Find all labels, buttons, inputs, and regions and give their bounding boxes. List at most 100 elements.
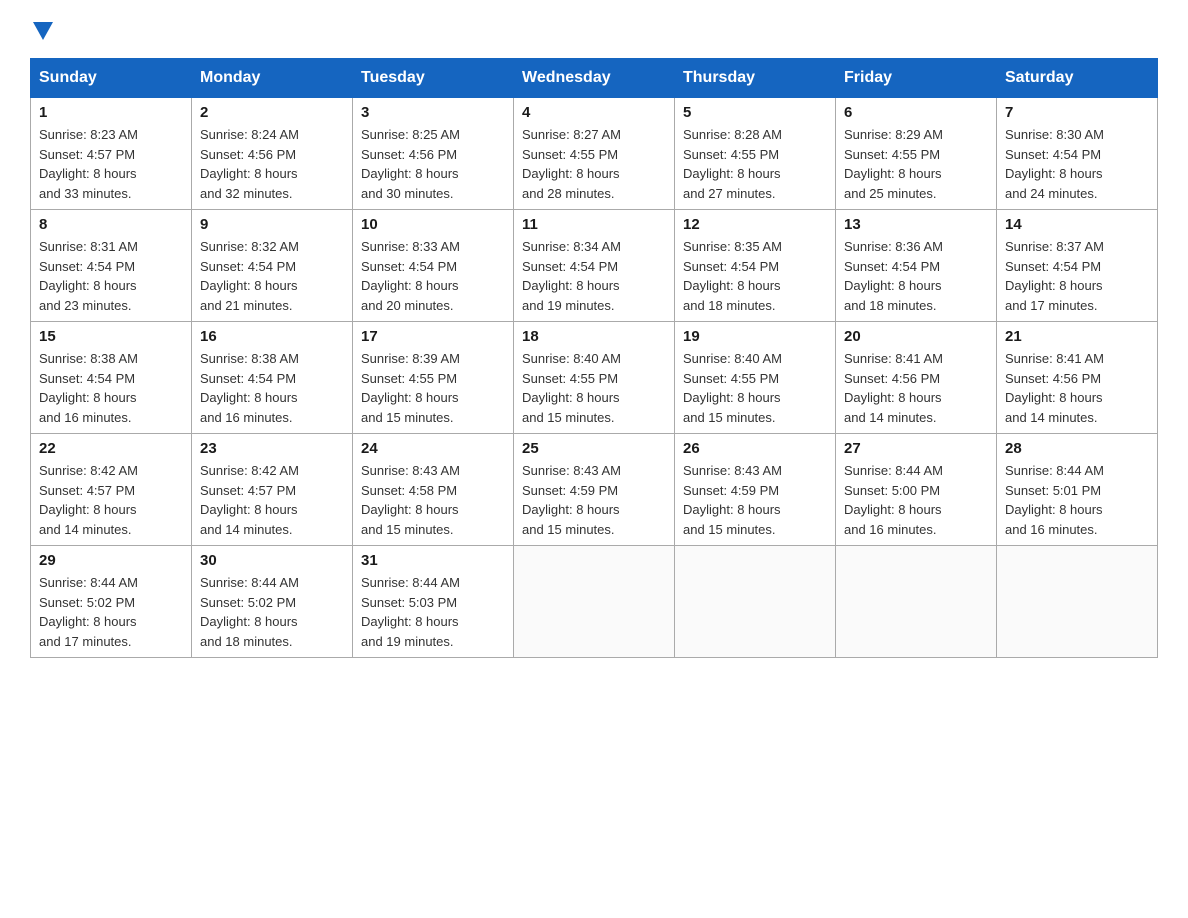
calendar-week-row: 15 Sunrise: 8:38 AM Sunset: 4:54 PM Dayl… <box>31 322 1158 434</box>
day-info: Sunrise: 8:43 AM Sunset: 4:59 PM Dayligh… <box>683 461 827 539</box>
calendar-day-cell: 1 Sunrise: 8:23 AM Sunset: 4:57 PM Dayli… <box>31 98 192 210</box>
day-number: 3 <box>361 104 505 121</box>
day-info: Sunrise: 8:44 AM Sunset: 5:00 PM Dayligh… <box>844 461 988 539</box>
day-info: Sunrise: 8:28 AM Sunset: 4:55 PM Dayligh… <box>683 125 827 203</box>
day-info: Sunrise: 8:44 AM Sunset: 5:02 PM Dayligh… <box>39 573 183 651</box>
calendar-week-row: 22 Sunrise: 8:42 AM Sunset: 4:57 PM Dayl… <box>31 434 1158 546</box>
calendar-day-cell: 24 Sunrise: 8:43 AM Sunset: 4:58 PM Dayl… <box>353 434 514 546</box>
day-info: Sunrise: 8:44 AM Sunset: 5:03 PM Dayligh… <box>361 573 505 651</box>
day-info: Sunrise: 8:23 AM Sunset: 4:57 PM Dayligh… <box>39 125 183 203</box>
day-info: Sunrise: 8:24 AM Sunset: 4:56 PM Dayligh… <box>200 125 344 203</box>
day-info: Sunrise: 8:31 AM Sunset: 4:54 PM Dayligh… <box>39 237 183 315</box>
day-info: Sunrise: 8:44 AM Sunset: 5:01 PM Dayligh… <box>1005 461 1149 539</box>
day-number: 13 <box>844 216 988 233</box>
calendar-day-cell: 8 Sunrise: 8:31 AM Sunset: 4:54 PM Dayli… <box>31 210 192 322</box>
logo-triangle-icon <box>33 22 53 42</box>
logo-row1 <box>30 20 53 42</box>
day-info: Sunrise: 8:36 AM Sunset: 4:54 PM Dayligh… <box>844 237 988 315</box>
day-number: 10 <box>361 216 505 233</box>
day-info: Sunrise: 8:41 AM Sunset: 4:56 PM Dayligh… <box>1005 349 1149 427</box>
calendar-header-row: SundayMondayTuesdayWednesdayThursdayFrid… <box>31 59 1158 98</box>
calendar-day-cell: 28 Sunrise: 8:44 AM Sunset: 5:01 PM Dayl… <box>997 434 1158 546</box>
day-info: Sunrise: 8:43 AM Sunset: 4:58 PM Dayligh… <box>361 461 505 539</box>
weekday-header-saturday: Saturday <box>997 59 1158 98</box>
calendar-day-cell: 26 Sunrise: 8:43 AM Sunset: 4:59 PM Dayl… <box>675 434 836 546</box>
calendar-day-cell <box>836 546 997 658</box>
day-number: 26 <box>683 440 827 457</box>
calendar-day-cell: 23 Sunrise: 8:42 AM Sunset: 4:57 PM Dayl… <box>192 434 353 546</box>
day-number: 27 <box>844 440 988 457</box>
calendar-day-cell <box>514 546 675 658</box>
day-info: Sunrise: 8:38 AM Sunset: 4:54 PM Dayligh… <box>200 349 344 427</box>
calendar-day-cell: 6 Sunrise: 8:29 AM Sunset: 4:55 PM Dayli… <box>836 98 997 210</box>
calendar-day-cell: 9 Sunrise: 8:32 AM Sunset: 4:54 PM Dayli… <box>192 210 353 322</box>
weekday-header-monday: Monday <box>192 59 353 98</box>
calendar-day-cell: 22 Sunrise: 8:42 AM Sunset: 4:57 PM Dayl… <box>31 434 192 546</box>
day-number: 29 <box>39 552 183 569</box>
day-info: Sunrise: 8:34 AM Sunset: 4:54 PM Dayligh… <box>522 237 666 315</box>
day-info: Sunrise: 8:29 AM Sunset: 4:55 PM Dayligh… <box>844 125 988 203</box>
weekday-header-wednesday: Wednesday <box>514 59 675 98</box>
calendar-day-cell: 31 Sunrise: 8:44 AM Sunset: 5:03 PM Dayl… <box>353 546 514 658</box>
day-number: 11 <box>522 216 666 233</box>
day-number: 19 <box>683 328 827 345</box>
calendar-day-cell: 12 Sunrise: 8:35 AM Sunset: 4:54 PM Dayl… <box>675 210 836 322</box>
calendar-day-cell: 3 Sunrise: 8:25 AM Sunset: 4:56 PM Dayli… <box>353 98 514 210</box>
weekday-header-tuesday: Tuesday <box>353 59 514 98</box>
day-number: 16 <box>200 328 344 345</box>
weekday-header-thursday: Thursday <box>675 59 836 98</box>
calendar-day-cell: 14 Sunrise: 8:37 AM Sunset: 4:54 PM Dayl… <box>997 210 1158 322</box>
calendar-table: SundayMondayTuesdayWednesdayThursdayFrid… <box>30 58 1158 658</box>
day-number: 6 <box>844 104 988 121</box>
calendar-day-cell: 4 Sunrise: 8:27 AM Sunset: 4:55 PM Dayli… <box>514 98 675 210</box>
day-number: 2 <box>200 104 344 121</box>
day-number: 9 <box>200 216 344 233</box>
day-number: 1 <box>39 104 183 121</box>
calendar-day-cell: 29 Sunrise: 8:44 AM Sunset: 5:02 PM Dayl… <box>31 546 192 658</box>
calendar-day-cell: 25 Sunrise: 8:43 AM Sunset: 4:59 PM Dayl… <box>514 434 675 546</box>
calendar-day-cell: 16 Sunrise: 8:38 AM Sunset: 4:54 PM Dayl… <box>192 322 353 434</box>
calendar-day-cell: 20 Sunrise: 8:41 AM Sunset: 4:56 PM Dayl… <box>836 322 997 434</box>
calendar-week-row: 8 Sunrise: 8:31 AM Sunset: 4:54 PM Dayli… <box>31 210 1158 322</box>
calendar-day-cell: 10 Sunrise: 8:33 AM Sunset: 4:54 PM Dayl… <box>353 210 514 322</box>
day-number: 5 <box>683 104 827 121</box>
calendar-day-cell: 30 Sunrise: 8:44 AM Sunset: 5:02 PM Dayl… <box>192 546 353 658</box>
day-number: 20 <box>844 328 988 345</box>
day-number: 7 <box>1005 104 1149 121</box>
day-number: 14 <box>1005 216 1149 233</box>
day-info: Sunrise: 8:25 AM Sunset: 4:56 PM Dayligh… <box>361 125 505 203</box>
day-number: 25 <box>522 440 666 457</box>
day-number: 17 <box>361 328 505 345</box>
calendar-week-row: 29 Sunrise: 8:44 AM Sunset: 5:02 PM Dayl… <box>31 546 1158 658</box>
day-number: 22 <box>39 440 183 457</box>
day-info: Sunrise: 8:35 AM Sunset: 4:54 PM Dayligh… <box>683 237 827 315</box>
calendar-day-cell: 17 Sunrise: 8:39 AM Sunset: 4:55 PM Dayl… <box>353 322 514 434</box>
calendar-day-cell: 2 Sunrise: 8:24 AM Sunset: 4:56 PM Dayli… <box>192 98 353 210</box>
calendar-day-cell: 11 Sunrise: 8:34 AM Sunset: 4:54 PM Dayl… <box>514 210 675 322</box>
day-number: 21 <box>1005 328 1149 345</box>
calendar-day-cell: 5 Sunrise: 8:28 AM Sunset: 4:55 PM Dayli… <box>675 98 836 210</box>
day-number: 12 <box>683 216 827 233</box>
day-info: Sunrise: 8:32 AM Sunset: 4:54 PM Dayligh… <box>200 237 344 315</box>
calendar-day-cell: 21 Sunrise: 8:41 AM Sunset: 4:56 PM Dayl… <box>997 322 1158 434</box>
day-number: 8 <box>39 216 183 233</box>
day-number: 15 <box>39 328 183 345</box>
calendar-day-cell: 15 Sunrise: 8:38 AM Sunset: 4:54 PM Dayl… <box>31 322 192 434</box>
day-number: 30 <box>200 552 344 569</box>
day-number: 23 <box>200 440 344 457</box>
day-number: 28 <box>1005 440 1149 457</box>
day-info: Sunrise: 8:40 AM Sunset: 4:55 PM Dayligh… <box>683 349 827 427</box>
calendar-day-cell: 18 Sunrise: 8:40 AM Sunset: 4:55 PM Dayl… <box>514 322 675 434</box>
calendar-day-cell: 19 Sunrise: 8:40 AM Sunset: 4:55 PM Dayl… <box>675 322 836 434</box>
day-info: Sunrise: 8:43 AM Sunset: 4:59 PM Dayligh… <box>522 461 666 539</box>
weekday-header-friday: Friday <box>836 59 997 98</box>
day-info: Sunrise: 8:39 AM Sunset: 4:55 PM Dayligh… <box>361 349 505 427</box>
day-info: Sunrise: 8:42 AM Sunset: 4:57 PM Dayligh… <box>39 461 183 539</box>
day-number: 31 <box>361 552 505 569</box>
page-header <box>30 20 1158 38</box>
day-number: 18 <box>522 328 666 345</box>
day-info: Sunrise: 8:40 AM Sunset: 4:55 PM Dayligh… <box>522 349 666 427</box>
weekday-header-sunday: Sunday <box>31 59 192 98</box>
day-info: Sunrise: 8:42 AM Sunset: 4:57 PM Dayligh… <box>200 461 344 539</box>
calendar-day-cell: 27 Sunrise: 8:44 AM Sunset: 5:00 PM Dayl… <box>836 434 997 546</box>
